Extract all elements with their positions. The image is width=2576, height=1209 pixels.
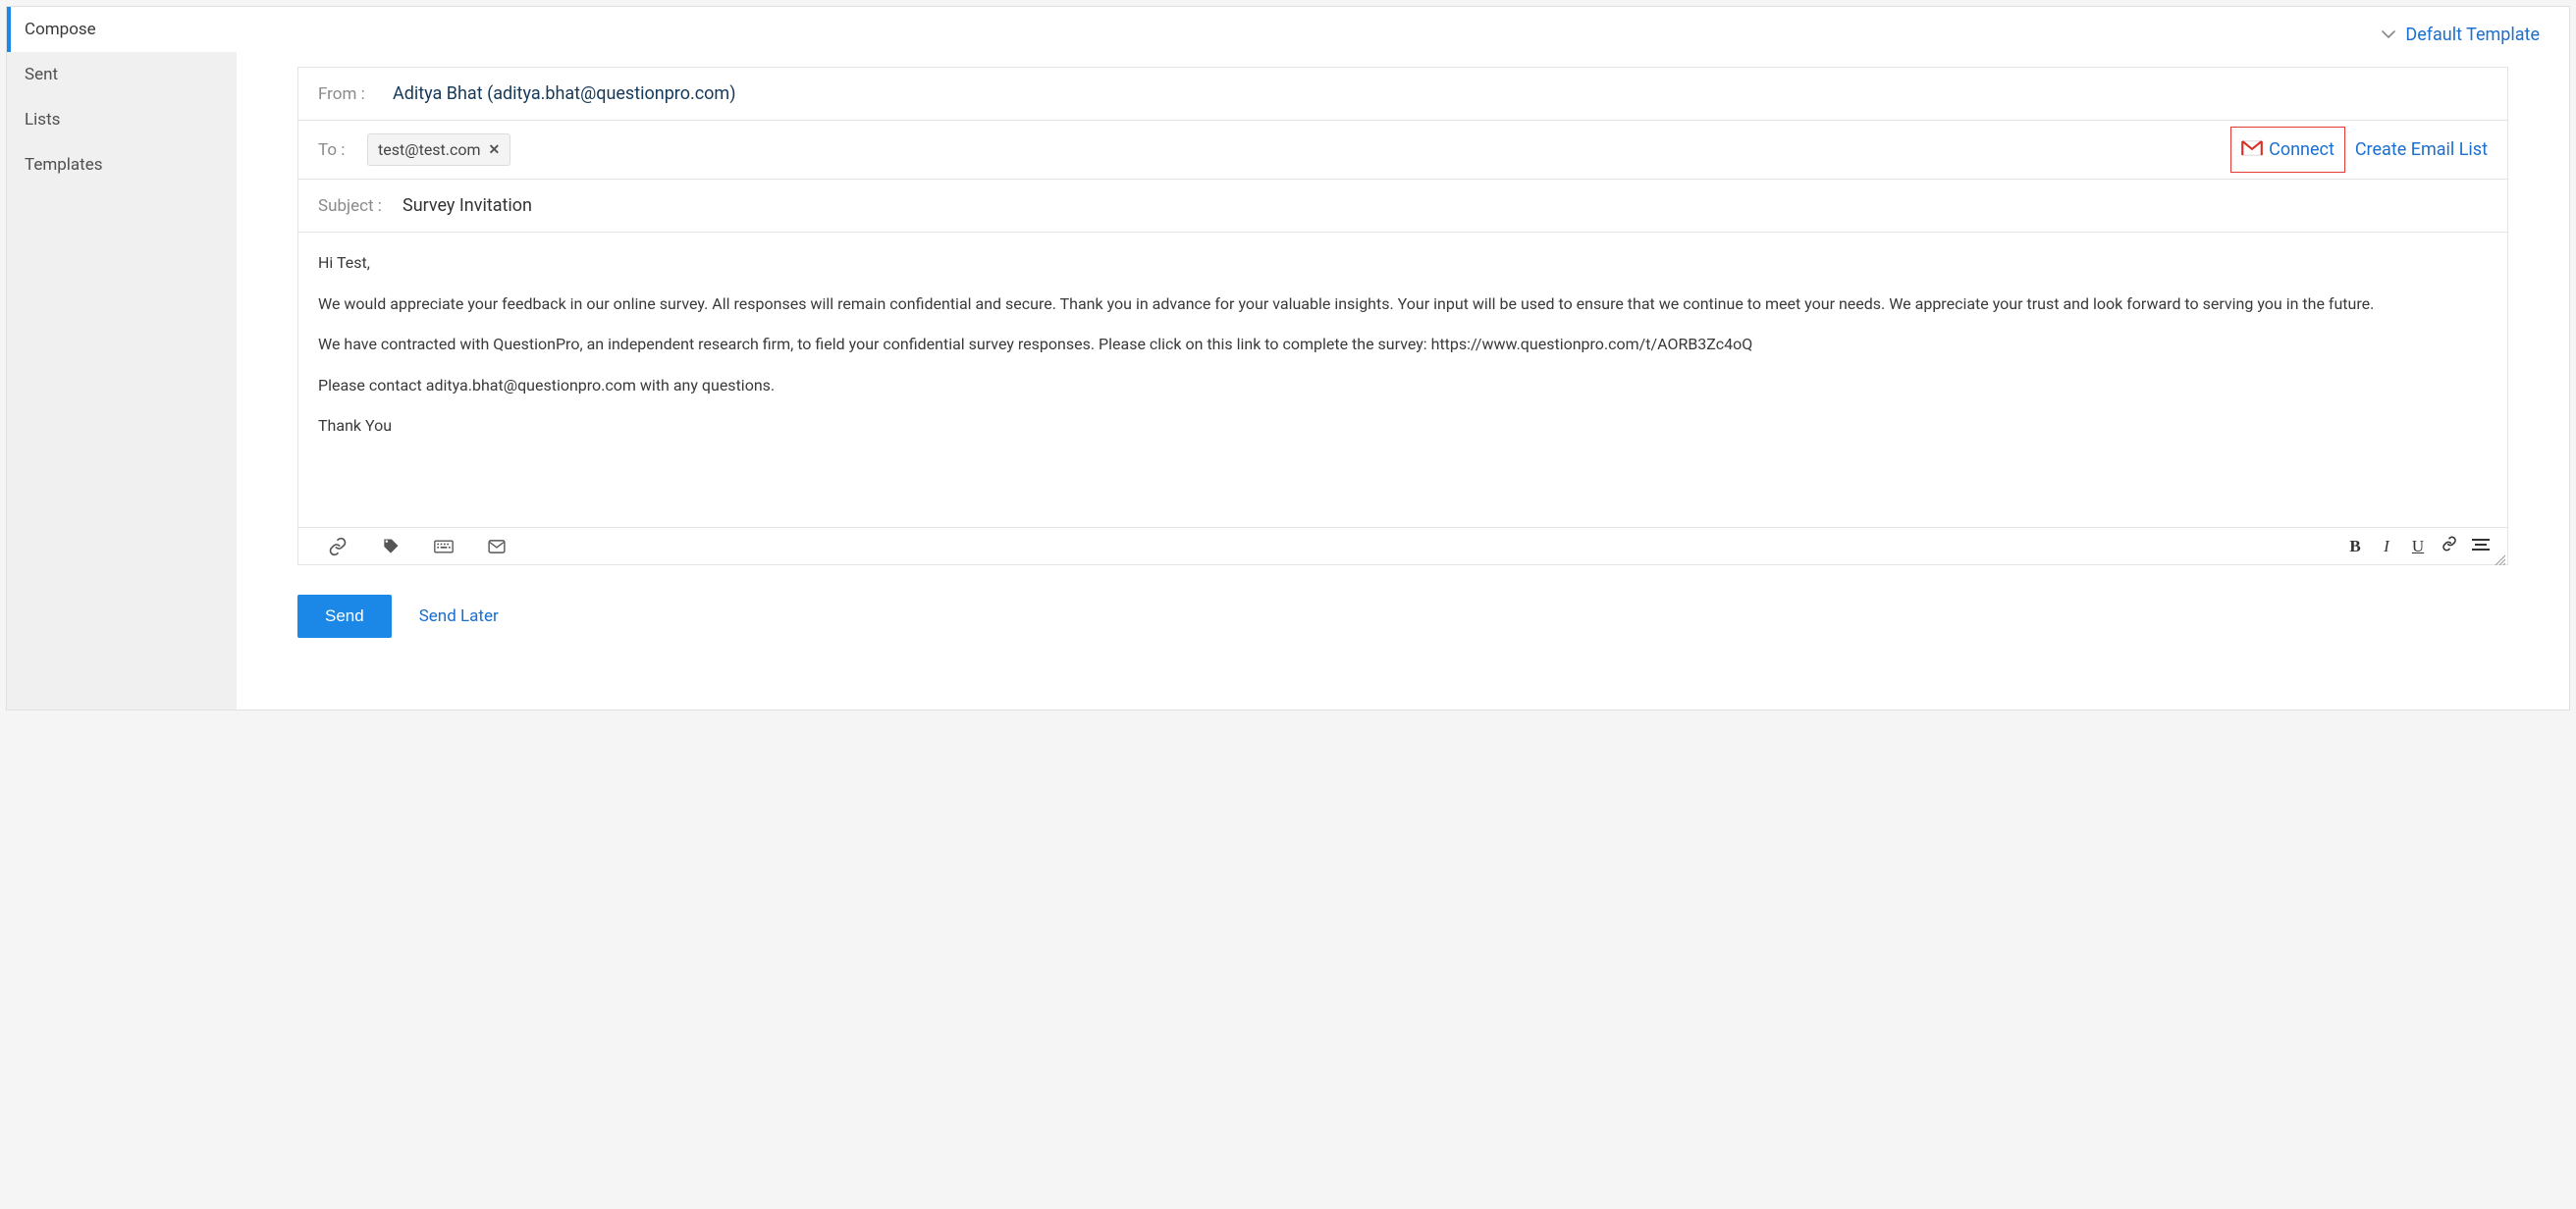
subject-row: Subject : Survey Invitation: [298, 180, 2507, 233]
italic-button[interactable]: I: [2378, 537, 2395, 556]
to-row-actions: Connect Create Email List: [2230, 127, 2488, 173]
main: Default Template From : Aditya Bhat (adi…: [237, 7, 2569, 710]
gmail-icon: [2241, 140, 2263, 160]
subject-input[interactable]: Survey Invitation: [402, 195, 532, 216]
send-button[interactable]: Send: [297, 595, 392, 638]
body-paragraph: Thank You: [318, 415, 2488, 437]
insert-link-icon[interactable]: [328, 537, 348, 556]
envelope-icon[interactable]: [487, 537, 507, 556]
default-template-link[interactable]: Default Template: [2405, 25, 2540, 45]
app-root: Compose Sent Lists Templates Default Tem…: [6, 6, 2570, 710]
remove-recipient-icon[interactable]: ✕: [489, 142, 501, 158]
recipient-chip-text: test@test.com: [378, 140, 481, 159]
create-email-list-link[interactable]: Create Email List: [2355, 139, 2488, 160]
sidebar: Compose Sent Lists Templates: [7, 7, 237, 710]
bold-button[interactable]: B: [2346, 537, 2364, 556]
editor-toolbar: B I U: [298, 527, 2507, 564]
to-label: To :: [318, 140, 357, 160]
email-body-editor[interactable]: Hi Test, We would appreciate your feedba…: [298, 233, 2507, 527]
compose-actions: Send Send Later: [297, 595, 2508, 638]
keyboard-icon[interactable]: [434, 537, 454, 556]
sidebar-item-compose[interactable]: Compose: [7, 7, 237, 52]
body-paragraph: Hi Test,: [318, 252, 2488, 274]
body-paragraph: We would appreciate your feedback in our…: [318, 293, 2488, 315]
send-later-link[interactable]: Send Later: [419, 606, 499, 626]
compose-card: From : Aditya Bhat (aditya.bhat@question…: [297, 67, 2508, 565]
to-row: To : test@test.com ✕: [298, 121, 2507, 180]
sidebar-item-templates[interactable]: Templates: [7, 142, 237, 187]
link-format-icon[interactable]: [2441, 536, 2458, 556]
body-paragraph: We have contracted with QuestionPro, an …: [318, 334, 2488, 355]
from-label: From :: [318, 84, 383, 104]
sidebar-item-sent[interactable]: Sent: [7, 52, 237, 97]
sidebar-item-lists[interactable]: Lists: [7, 97, 237, 142]
body-paragraph: Please contact aditya.bhat@questionpro.c…: [318, 375, 2488, 396]
gmail-connect-label: Connect: [2269, 139, 2334, 160]
chevron-down-icon[interactable]: [2382, 27, 2395, 43]
format-toolbar: B I U: [2346, 536, 2490, 556]
top-bar: Default Template: [237, 7, 2569, 67]
resize-handle-icon[interactable]: [2494, 551, 2505, 562]
tag-icon[interactable]: [381, 537, 401, 556]
from-value: Aditya Bhat (aditya.bhat@questionpro.com…: [393, 83, 735, 104]
subject-label: Subject :: [318, 196, 393, 216]
recipient-chip: test@test.com ✕: [367, 133, 510, 166]
from-row: From : Aditya Bhat (aditya.bhat@question…: [298, 68, 2507, 121]
align-icon[interactable]: [2472, 537, 2490, 556]
gmail-connect-button[interactable]: Connect: [2230, 127, 2345, 173]
underline-button[interactable]: U: [2409, 537, 2427, 556]
